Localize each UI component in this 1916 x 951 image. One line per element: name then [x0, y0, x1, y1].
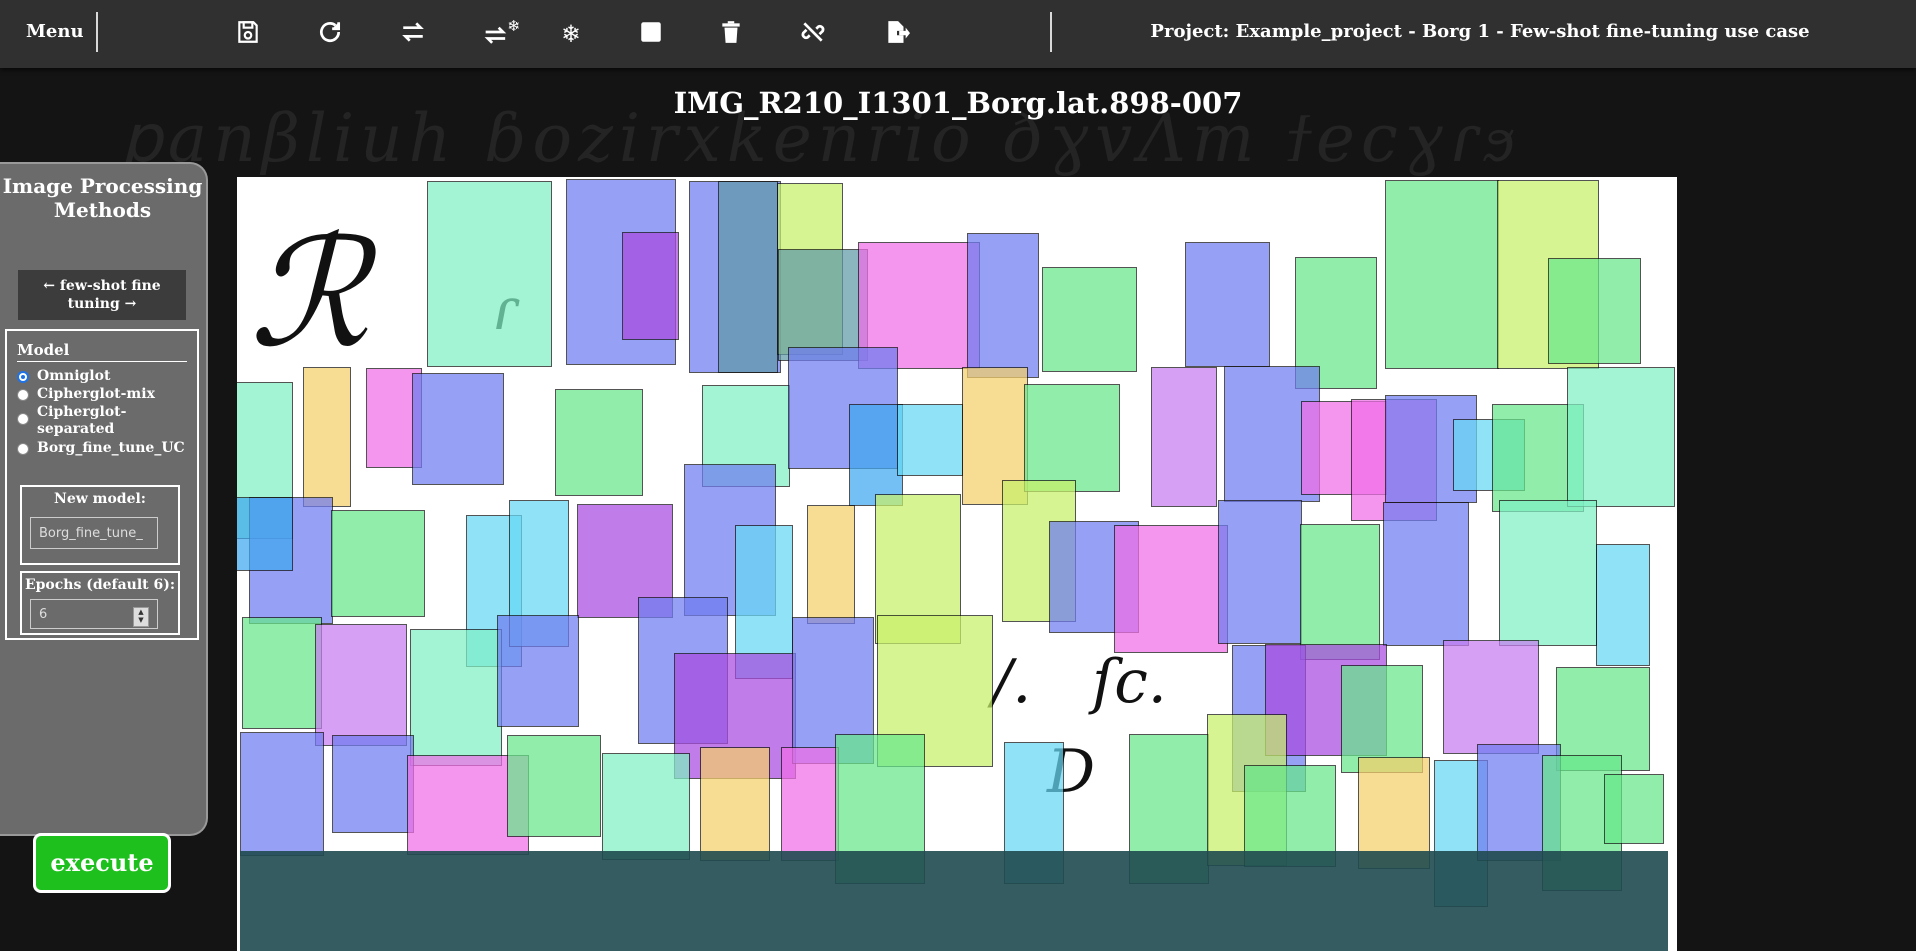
annotation-box[interactable]	[1114, 525, 1228, 653]
epochs-box: Epochs (default 6): 6 ▲ ▼	[20, 571, 180, 635]
annotation-box[interactable]	[897, 404, 963, 476]
export-file-icon[interactable]	[881, 16, 913, 48]
epochs-value: 6	[39, 607, 48, 622]
few-shot-fine-tuning-button[interactable]: ← few-shot fine tuning →	[18, 270, 186, 320]
swap-icon[interactable]	[397, 16, 429, 48]
annotation-box[interactable]	[1596, 544, 1650, 666]
model-option-label: Cipherglot-separated	[37, 404, 127, 437]
model-divider	[17, 361, 187, 362]
annotation-box[interactable]	[1185, 242, 1270, 367]
new-model-label: New model:	[54, 491, 146, 507]
svg-text:❄: ❄	[507, 19, 520, 35]
radio-selected-icon[interactable]	[17, 371, 29, 383]
manuscript-glyph: /.	[992, 647, 1032, 717]
swap-freeze-icon[interactable]: ❄	[480, 16, 526, 48]
model-title: Model	[17, 341, 70, 359]
model-panel: Model Omniglot Cipherglot-mix Cipherglot…	[5, 329, 199, 640]
radio-icon[interactable]	[17, 413, 29, 425]
annotation-box[interactable]	[1383, 502, 1469, 646]
annotation-box[interactable]	[1218, 500, 1302, 644]
annotation-box[interactable]	[427, 181, 552, 367]
epochs-input[interactable]: 6 ▲ ▼	[30, 599, 158, 629]
annotation-box[interactable]	[807, 505, 855, 624]
toolbar-divider	[1050, 12, 1052, 52]
annotation-box[interactable]	[700, 747, 770, 861]
annotation-box[interactable]	[1300, 524, 1380, 660]
unlink-icon[interactable]	[797, 16, 829, 48]
annotation-box[interactable]	[781, 747, 839, 861]
annotation-box[interactable]	[1443, 640, 1539, 754]
annotation-box[interactable]	[602, 753, 690, 860]
annotation-box[interactable]	[1499, 500, 1597, 646]
annotation-box[interactable]	[332, 735, 414, 833]
radio-icon[interactable]	[17, 389, 29, 401]
model-option-label: Borg_fine_tune_UC	[37, 440, 185, 456]
annotation-box[interactable]	[849, 404, 903, 506]
annotation-box[interactable]	[718, 181, 778, 373]
annotation-box[interactable]	[242, 617, 322, 729]
annotation-box[interactable]	[412, 373, 504, 485]
annotation-box[interactable]	[303, 367, 351, 507]
annotation-box[interactable]	[1604, 774, 1664, 844]
toolbar-divider	[96, 12, 98, 52]
annotation-box[interactable]	[331, 510, 425, 617]
annotation-box[interactable]	[1567, 367, 1675, 507]
svg-text:❄: ❄	[561, 20, 581, 45]
redo-icon[interactable]	[314, 16, 346, 48]
trash-icon[interactable]	[715, 16, 747, 48]
annotation-box[interactable]	[1385, 180, 1499, 369]
snowflake-icon[interactable]: ❄	[556, 16, 588, 48]
sidebar-title: Image Processing Methods	[2, 174, 203, 222]
lower-image-overlay	[240, 851, 1668, 951]
annotation-box[interactable]	[1024, 384, 1120, 492]
stepper-arrows-icon[interactable]: ▲ ▼	[133, 607, 149, 627]
annotation-box[interactable]	[507, 735, 601, 837]
project-title: Project: Example_project - Borg 1 - Few-…	[1150, 21, 1810, 42]
model-option-cipherglot-separated[interactable]: Cipherglot-separated	[17, 404, 167, 438]
model-option-label: Omniglot	[37, 368, 111, 384]
model-option-label: Cipherglot-mix	[37, 386, 155, 402]
annotation-box[interactable]	[237, 497, 293, 571]
annotation-box[interactable]	[1548, 258, 1641, 364]
model-option-omniglot[interactable]: Omniglot	[17, 368, 111, 385]
new-model-input[interactable]: Borg_fine_tune_	[30, 517, 158, 549]
epochs-label: Epochs (default 6):	[24, 577, 176, 593]
annotation-box[interactable]	[315, 624, 407, 746]
new-model-box: New model: Borg_fine_tune_	[20, 485, 180, 565]
image-title: IMG_R210_I1301_Borg.lat.898-007	[673, 86, 1243, 120]
annotation-box[interactable]	[778, 249, 868, 361]
model-option-borg-fine-tune-uc[interactable]: Borg_fine_tune_UC	[17, 440, 185, 457]
menu-button[interactable]: Menu	[26, 21, 84, 42]
save-icon[interactable]	[232, 16, 264, 48]
annotation-box[interactable]	[1042, 267, 1137, 372]
annotation-box[interactable]	[555, 389, 643, 496]
annotation-box[interactable]	[622, 232, 679, 340]
stop-square-icon[interactable]	[635, 16, 667, 48]
manuscript-glyph: ſc.	[1092, 647, 1167, 717]
execute-button[interactable]: execute	[33, 833, 171, 893]
manuscript-glyph: ℛ	[249, 207, 369, 381]
image-processing-sidebar: Image Processing Methods ← few-shot fine…	[0, 162, 208, 893]
annotation-box[interactable]	[240, 732, 324, 856]
radio-icon[interactable]	[17, 443, 29, 455]
annotation-box[interactable]	[497, 615, 579, 727]
annotation-box[interactable]	[1151, 367, 1217, 507]
annotation-box[interactable]	[967, 233, 1039, 378]
manuscript-image[interactable]: ℛ ɾ /. ſc. D	[237, 177, 1677, 951]
annotation-box[interactable]	[410, 629, 502, 766]
model-option-cipherglot-mix[interactable]: Cipherglot-mix	[17, 386, 155, 403]
top-toolbar: Menu ❄ ❄ Project: Example_project - Borg…	[0, 0, 1916, 68]
